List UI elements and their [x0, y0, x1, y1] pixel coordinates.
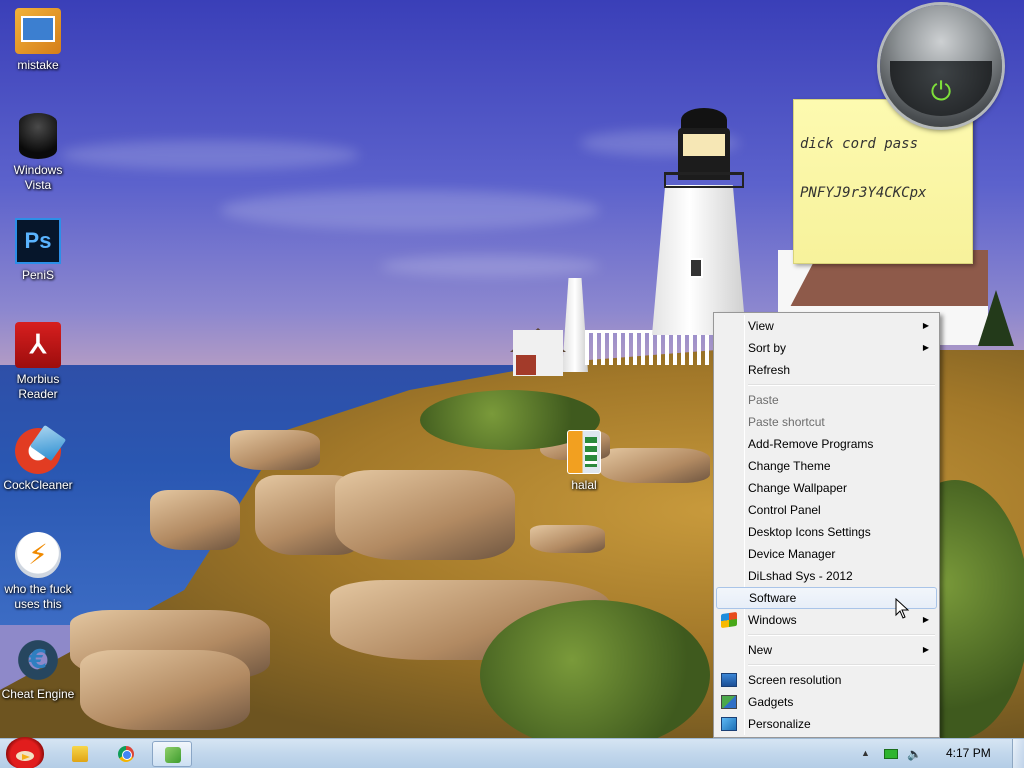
photoshop-icon: Ps: [15, 218, 61, 264]
menu-item-gadgets[interactable]: Gadgets: [716, 691, 937, 713]
menu-item-refresh[interactable]: Refresh: [716, 359, 937, 381]
menu-item-label: DiLshad Sys - 2012: [748, 569, 853, 583]
menu-item-label: Paste shortcut: [748, 415, 825, 429]
menu-item-label: Change Wallpaper: [748, 481, 847, 495]
menu-item-device-manager[interactable]: Device Manager: [716, 543, 937, 565]
menu-item-desktop-icons-settings[interactable]: Desktop Icons Settings: [716, 521, 937, 543]
menu-item-control-panel[interactable]: Control Panel: [716, 499, 937, 521]
menu-item-label: Personalize: [748, 717, 811, 731]
desktop-icon-label: who the fuck uses this: [4, 582, 72, 611]
taskbar-button-explorer[interactable]: [60, 741, 100, 767]
desktop-icon-label: Cheat Engine: [1, 687, 75, 701]
menu-item-label: Device Manager: [748, 547, 836, 561]
menu-item-new[interactable]: New ▶: [716, 639, 937, 661]
menu-item-paste: Paste: [716, 389, 937, 411]
menu-item-label: View: [748, 319, 774, 333]
ccleaner-icon: [15, 428, 61, 474]
menu-separator: [716, 661, 937, 669]
taskbar-button-switcher[interactable]: [152, 741, 192, 767]
desktop-icon-photoshop[interactable]: Ps PeniS: [0, 218, 76, 283]
desktop-icon-windows-vista[interactable]: Windows Vista: [0, 113, 76, 193]
angry-bird-start-icon: [6, 737, 44, 768]
windows-logo-icon: [721, 611, 737, 629]
menu-item-label: Sort by: [748, 341, 787, 355]
desktop-icon-label: CockCleaner: [3, 478, 73, 492]
menu-item-change-theme[interactable]: Change Theme: [716, 455, 937, 477]
desktop-icon-label: Morbius Reader: [16, 372, 60, 401]
menu-item-view[interactable]: View ▶: [716, 315, 937, 337]
start-button[interactable]: [0, 733, 50, 768]
submenu-arrow-icon: ▶: [922, 645, 929, 654]
menu-item-screen-resolution[interactable]: Screen resolution: [716, 669, 937, 691]
pdf-reader-icon: ⅄: [15, 322, 61, 368]
desktop-icon-cockcleaner[interactable]: CockCleaner: [0, 428, 76, 493]
chrome-icon: [118, 746, 134, 762]
menu-item-label: Software: [749, 591, 797, 605]
shortcut-folder-icon: [15, 8, 61, 54]
mouse-cursor-icon: [895, 598, 909, 619]
menu-item-label: Control Panel: [748, 503, 821, 517]
menu-item-sort-by[interactable]: Sort by ▶: [716, 337, 937, 359]
submenu-arrow-icon: ▶: [922, 615, 929, 624]
desktop-icon-mistake[interactable]: mistake: [0, 8, 76, 73]
menu-item-label: Gadgets: [748, 695, 794, 709]
desktop-context-menu: View ▶ Sort by ▶ Refresh Paste Paste short…: [713, 312, 940, 738]
show-hidden-icons-button[interactable]: ▲: [861, 748, 870, 758]
desktop-icon-label: halal: [571, 478, 597, 492]
menu-item-dilshad-sys[interactable]: DiLshad Sys - 2012: [716, 565, 937, 587]
menu-item-paste-shortcut: Paste shortcut: [716, 411, 937, 433]
file-icon: [567, 430, 601, 474]
menu-item-add-remove-programs[interactable]: Add-Remove Programs: [716, 433, 937, 455]
taskbar-button-chrome[interactable]: [106, 741, 146, 767]
window-switch-icon: [165, 747, 181, 763]
system-clock[interactable]: 4:17 PM: [946, 746, 991, 760]
menu-item-label: Screen resolution: [748, 673, 842, 687]
taskbar: ▲ 🔈 4:17 PM: [0, 737, 1024, 768]
screen-resolution-icon: [721, 673, 737, 687]
desktop-icon-label: PeniS: [21, 268, 55, 282]
show-desktop-button[interactable]: [1012, 739, 1024, 768]
sticky-note-line: dick cord pass: [800, 136, 919, 152]
battery-icon[interactable]: [884, 749, 898, 759]
menu-item-personalize[interactable]: Personalize: [716, 713, 937, 735]
recycle-bin-icon: [19, 113, 57, 159]
menu-item-label: Windows: [748, 613, 797, 627]
submenu-arrow-icon: ▶: [922, 321, 929, 330]
desktop-icon-morbius-reader[interactable]: ⅄ Morbius Reader: [0, 322, 76, 402]
menu-item-label: Add-Remove Programs: [748, 437, 874, 451]
menu-item-label: Paste: [748, 393, 779, 407]
folder-icon: [72, 746, 88, 762]
desktop-icon-label: mistake: [17, 58, 59, 72]
menu-item-label: Refresh: [748, 363, 791, 377]
cheat-engine-icon: [15, 637, 61, 683]
power-icon[interactable]: ⏻: [925, 75, 957, 107]
desktop-icon-label: Windows Vista: [13, 163, 63, 192]
menu-item-label: New: [748, 643, 773, 657]
power-gadget: ⏻: [880, 5, 1002, 127]
menu-item-change-wallpaper[interactable]: Change Wallpaper: [716, 477, 937, 499]
lightning-app-icon: ⚡: [15, 532, 61, 578]
sticky-note-line: PNFYJ9r3Y4CKCpx: [800, 185, 927, 201]
desktop-icon-lightning-app[interactable]: ⚡ who the fuck uses this: [0, 532, 76, 612]
desktop-icon-cheat-engine[interactable]: Cheat Engine: [0, 637, 76, 702]
menu-separator: [716, 631, 937, 639]
menu-separator: [716, 381, 937, 389]
menu-item-label: Change Theme: [748, 459, 831, 473]
volume-icon[interactable]: 🔈: [907, 747, 922, 761]
desktop-icon-halal[interactable]: halal: [546, 430, 622, 493]
submenu-arrow-icon: ▶: [922, 343, 929, 352]
gadgets-icon: [721, 695, 737, 709]
personalize-icon: [721, 717, 737, 731]
menu-item-label: Desktop Icons Settings: [748, 525, 871, 539]
